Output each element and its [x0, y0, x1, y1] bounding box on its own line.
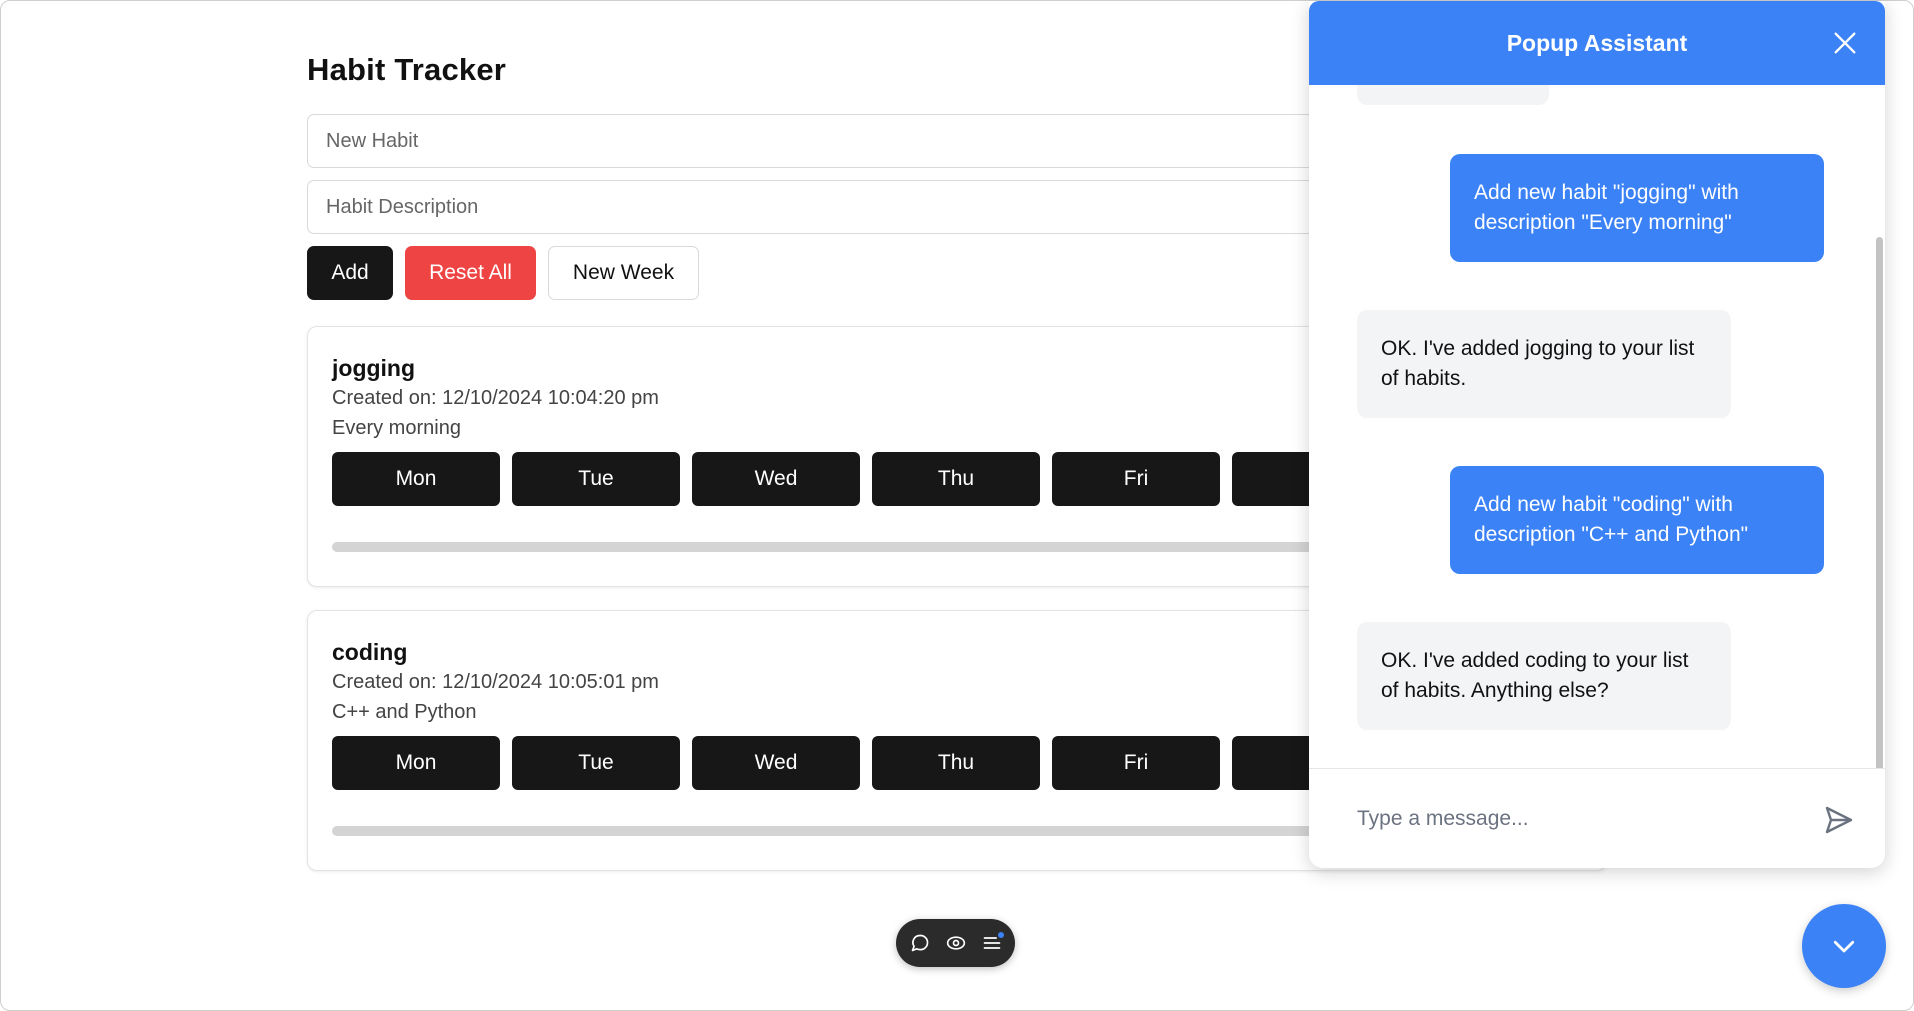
day-button-mon[interactable]: Mon	[332, 452, 500, 506]
day-button-wed[interactable]: Wed	[692, 736, 860, 790]
chat-messages[interactable]: Add new habit "jogging" with description…	[1309, 85, 1885, 768]
message-bubble-assistant: OK. I've added coding to your list of ha…	[1357, 622, 1731, 730]
day-button-tue[interactable]: Tue	[512, 452, 680, 506]
menu-icon[interactable]	[980, 931, 1004, 955]
notification-dot	[997, 932, 1004, 938]
message-input[interactable]	[1357, 793, 1777, 845]
chevron-down-icon	[1833, 940, 1855, 953]
add-button[interactable]: Add	[307, 246, 393, 300]
day-button-thu[interactable]: Thu	[872, 452, 1040, 506]
close-button[interactable]	[1831, 29, 1859, 57]
chat-bubble-icon[interactable]	[908, 931, 932, 955]
scroll-thumb[interactable]	[1876, 237, 1883, 768]
message-bubble-assistant: OK. I've added jogging to your list of h…	[1357, 310, 1731, 418]
chat-scrollbar[interactable]	[1875, 237, 1885, 768]
day-button-wed[interactable]: Wed	[692, 452, 860, 506]
popup-header: Popup Assistant	[1309, 1, 1885, 85]
floating-toolbar	[896, 919, 1015, 967]
day-button-tue[interactable]: Tue	[512, 736, 680, 790]
new-week-button[interactable]: New Week	[548, 246, 699, 300]
close-icon	[1834, 32, 1856, 54]
day-button-mon[interactable]: Mon	[332, 736, 500, 790]
message-composer	[1309, 768, 1885, 868]
day-button-fri[interactable]: Fri	[1052, 736, 1220, 790]
day-button-thu[interactable]: Thu	[872, 736, 1040, 790]
send-icon	[1825, 806, 1853, 834]
send-button[interactable]	[1823, 804, 1855, 836]
assistant-popup: Popup Assistant Add new habit "jogging" …	[1309, 1, 1885, 868]
toggle-assistant-button[interactable]	[1802, 904, 1886, 988]
message-bubble-user: Add new habit "jogging" with description…	[1450, 154, 1824, 262]
message-bubble-partial	[1357, 85, 1549, 105]
message-bubble-user: Add new habit "coding" with description …	[1450, 466, 1824, 574]
popup-title: Popup Assistant	[1506, 29, 1688, 56]
day-button-fri[interactable]: Fri	[1052, 452, 1220, 506]
reset-all-button[interactable]: Reset All	[405, 246, 536, 300]
eye-icon[interactable]	[944, 931, 968, 955]
